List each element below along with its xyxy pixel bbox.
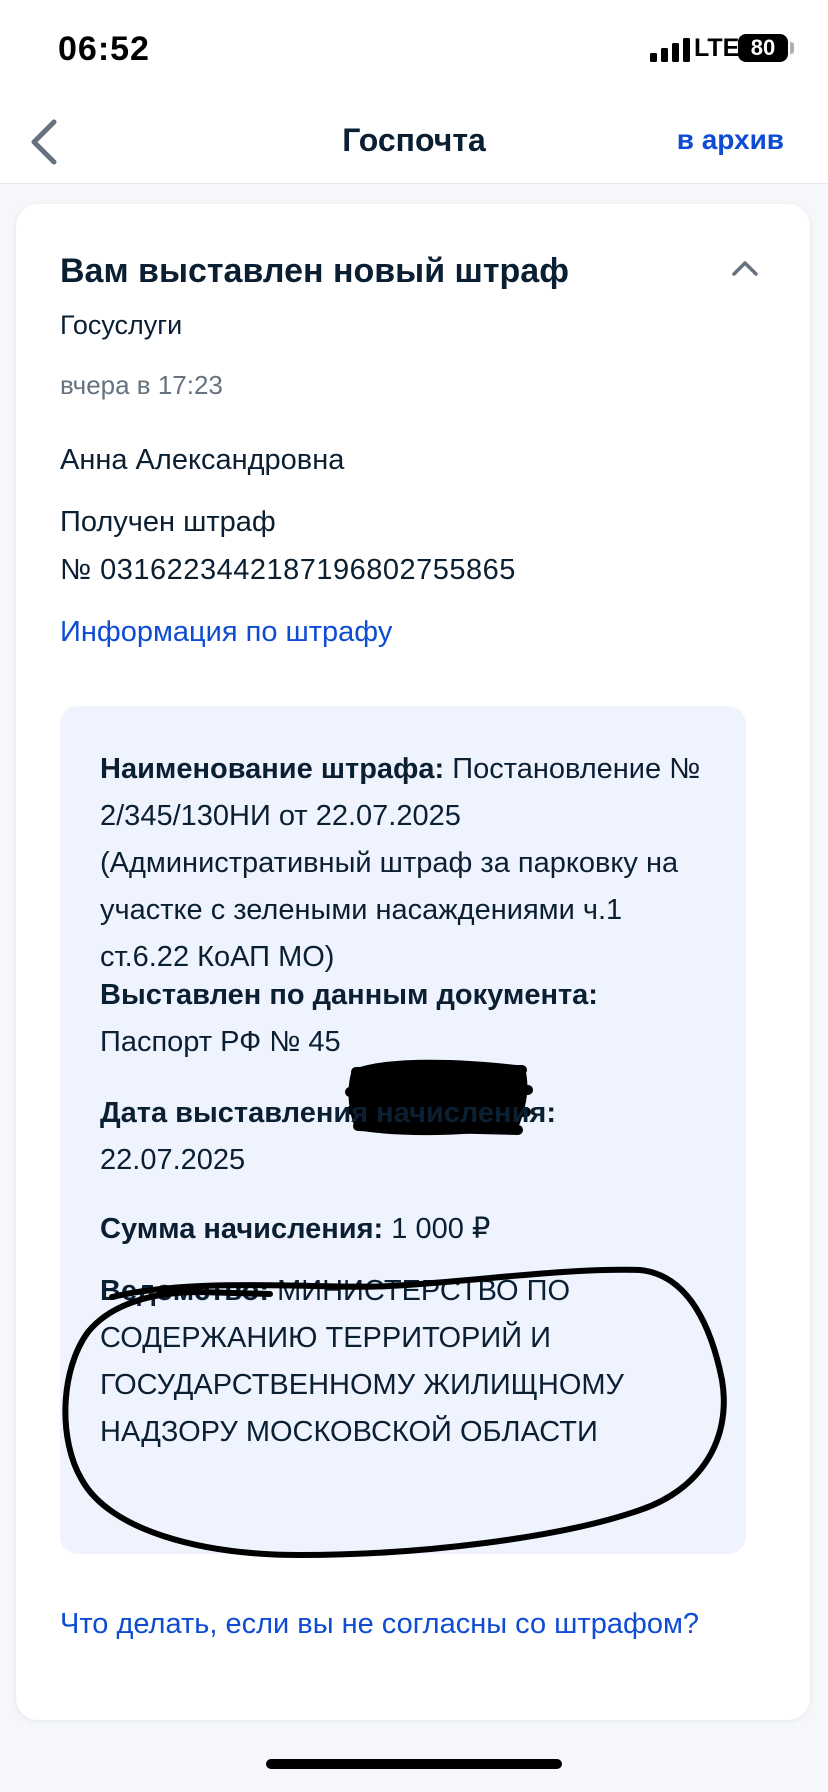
- chevron-up-icon[interactable]: [728, 252, 762, 286]
- recipient-name: Анна Александровна: [60, 444, 345, 476]
- battery-nub: [790, 42, 794, 54]
- message-card: Вам выставлен новый штраф Госуслуги вчер…: [16, 204, 810, 1720]
- amount-value: 1 000 ₽: [391, 1213, 491, 1245]
- battery-level: 80: [750, 35, 776, 60]
- fine-details-panel: Наименование штрафа: Постановление № 2/3…: [60, 706, 746, 1554]
- message-date: вчера в 17:23: [60, 370, 223, 400]
- signal-icon: [650, 38, 690, 62]
- document-label: Выставлен по данным документа:: [100, 979, 598, 1011]
- amount-block: Сумма начисления: 1 000 ₽: [100, 1206, 710, 1253]
- fine-label: Получен штраф: [60, 506, 276, 538]
- agency-block: Ведомство: МИНИСТЕРСТВО ПО СОДЕРЖАНИЮ ТЕ…: [100, 1268, 710, 1456]
- fine-number: № 0316223442187196802755865: [60, 554, 516, 586]
- status-bar: 06:52 LTE 80: [0, 0, 828, 100]
- fine-info-link[interactable]: Информация по штрафу: [60, 616, 392, 649]
- archive-button[interactable]: в архив: [677, 124, 784, 156]
- nav-bar: Госпочта в архив: [0, 100, 828, 184]
- message-title: Вам выставлен новый штраф: [60, 252, 569, 290]
- fine-name-block: Наименование штрафа: Постановление № 2/3…: [100, 746, 710, 981]
- fine-name-label: Наименование штрафа:: [100, 753, 445, 785]
- document-value: Паспорт РФ № 45: [100, 1026, 341, 1058]
- accrual-date-label: Дата выставления начисления:: [100, 1097, 556, 1129]
- fine-name-value: Постановление № 2/345/130НИ от 22.07.202…: [100, 753, 701, 973]
- status-time: 06:52: [58, 30, 150, 68]
- amount-label: Сумма начисления:: [100, 1213, 384, 1245]
- accrual-date-value: 22.07.2025: [100, 1144, 246, 1176]
- battery-icon: 80: [738, 34, 788, 62]
- network-label: LTE: [694, 34, 740, 62]
- agency-label: Ведомство:: [100, 1275, 270, 1307]
- message-sender: Госуслуги: [60, 310, 183, 340]
- date-block: Дата выставления начисления: 22.07.2025: [100, 1090, 710, 1184]
- disagree-link[interactable]: Что делать, если вы не согласны со штраф…: [60, 1608, 699, 1641]
- home-indicator: [266, 1759, 562, 1769]
